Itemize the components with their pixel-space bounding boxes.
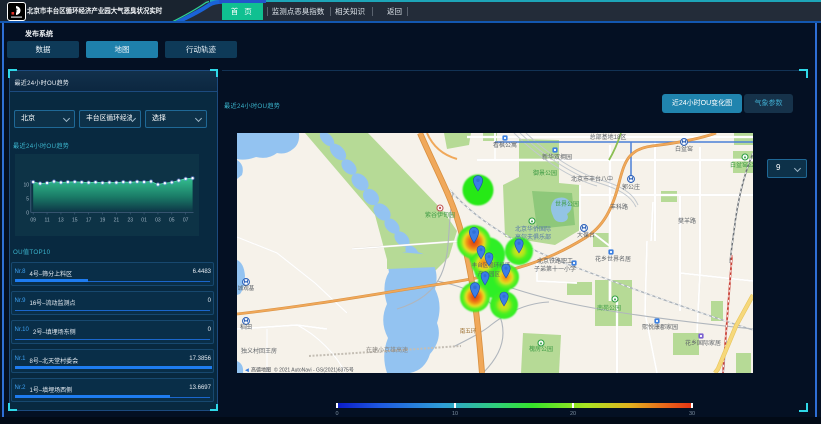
svg-text:南五环: 南五环 xyxy=(460,327,477,335)
svg-text:5: 5 xyxy=(26,197,29,203)
svg-text:09: 09 xyxy=(30,218,36,224)
svg-text:槐房公园: 槐房公园 xyxy=(529,345,553,353)
svg-text:郭公庄: 郭公庄 xyxy=(622,183,640,191)
svg-text:17: 17 xyxy=(86,218,92,224)
svg-text:10: 10 xyxy=(23,183,29,189)
svg-text:大葆台: 大葆台 xyxy=(577,231,595,239)
svg-text:总部基地18区: 总部基地18区 xyxy=(590,133,627,141)
svg-text:独义村回王房: 独义村回王房 xyxy=(241,347,277,355)
svg-text:07: 07 xyxy=(183,218,189,224)
svg-text:看枫公寓: 看枫公寓 xyxy=(493,141,517,149)
svg-text:19: 19 xyxy=(100,218,106,224)
svg-text:北京铁路职工: 北京铁路职工 xyxy=(537,257,573,265)
svg-text:花乡国际家居: 花乡国际家居 xyxy=(685,339,721,347)
svg-text:稻田: 稻田 xyxy=(240,323,252,331)
svg-text:0: 0 xyxy=(26,211,29,217)
svg-text:白盆窑公园: 白盆窑公园 xyxy=(730,161,753,169)
svg-text:高德地图: 高德地图 xyxy=(251,367,271,374)
svg-text:北京市丰台八中: 北京市丰台八中 xyxy=(571,175,613,183)
svg-text:01: 01 xyxy=(141,218,147,224)
svg-text:◀: ◀ xyxy=(245,368,249,374)
svg-text:樊羊路: 樊羊路 xyxy=(678,217,696,225)
svg-text:11: 11 xyxy=(44,218,49,224)
svg-text:花乡世界名居: 花乡世界名居 xyxy=(595,255,631,263)
svg-text:03: 03 xyxy=(155,218,161,224)
svg-text:新华双拥园: 新华双拥园 xyxy=(542,153,572,161)
svg-text:23: 23 xyxy=(127,218,133,224)
svg-text:紫谷伊甸园: 紫谷伊甸园 xyxy=(425,211,455,219)
svg-text:05: 05 xyxy=(169,218,175,224)
svg-text:13: 13 xyxy=(58,218,64,224)
svg-text:御景公园: 御景公园 xyxy=(533,169,557,177)
svg-text:21: 21 xyxy=(114,218,120,224)
svg-text:在建小京雄高速: 在建小京雄高速 xyxy=(366,346,408,354)
svg-text:白盆窑: 白盆窑 xyxy=(675,145,693,153)
svg-text:南苑公园: 南苑公园 xyxy=(597,304,621,312)
svg-text:熙悦康郡家园: 熙悦康郡家园 xyxy=(642,323,678,331)
svg-text:子弟第十一小学: 子弟第十一小学 xyxy=(534,265,576,273)
svg-text:丰科路: 丰科路 xyxy=(610,203,628,211)
svg-text:城观基: 城观基 xyxy=(238,284,255,292)
svg-text:© 2021 AutoNavi - GS(2021)6375: © 2021 AutoNavi - GS(2021)6375号 xyxy=(274,367,354,374)
svg-text:世界公园: 世界公园 xyxy=(555,200,579,208)
svg-text:15: 15 xyxy=(72,218,78,224)
svg-text:北京华侨国际: 北京华侨国际 xyxy=(515,225,551,233)
